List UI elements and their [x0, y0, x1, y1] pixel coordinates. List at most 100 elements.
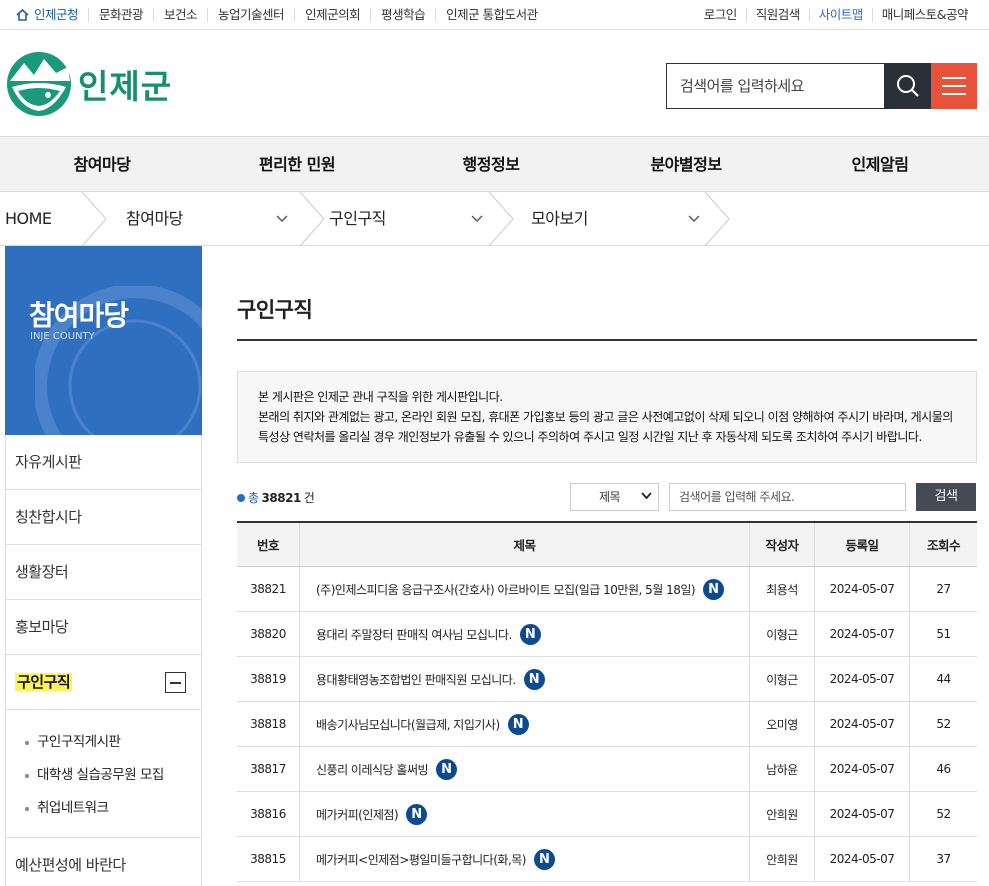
utility-links: 로그인 직원검색 사이트맵 매니페스토&공약 [695, 0, 977, 30]
post-title-link[interactable]: 신풍리 이레식당 홀써빙 [316, 761, 429, 778]
gnb-participation[interactable]: 참여마당 [22, 137, 182, 193]
post-title-link[interactable]: (주)인제스피디움 응급구조사(간호사) 아르바이트 모집(일급 10만원, 5… [316, 581, 696, 598]
logo-text: 인제군 [78, 67, 173, 106]
submenu-label: 대학생 실습공무원 모집 [37, 767, 164, 783]
gnb-admin-info[interactable]: 행정정보 [411, 137, 571, 193]
breadcrumb: HOME 참여마당 구인구직 모아보기 [0, 192, 989, 246]
board-notice: 본 게시판은 인제군 관내 구직을 위한 게시판입니다. 본래의 취지와 관계없… [237, 371, 977, 463]
side-nav-item-free-board[interactable]: 자유게시판 [5, 435, 202, 490]
side-nav-item-praise[interactable]: 칭찬합시다 [5, 490, 202, 545]
post-date: 2024-05-07 [814, 792, 909, 836]
post-date: 2024-05-07 [814, 567, 909, 611]
site-search-input[interactable]: 검색어를 입력하세요 [666, 63, 885, 109]
link-council[interactable]: 인제군의회 [294, 8, 370, 22]
collapse-icon[interactable] [165, 672, 186, 693]
post-title-cell: 배송기사님모십니다(월급제, 지입기사) N [299, 702, 749, 746]
post-views: 37 [909, 837, 977, 881]
gnb-inje-news[interactable]: 인제알림 [800, 137, 960, 193]
login-link[interactable]: 로그인 [695, 8, 746, 22]
post-number: 38815 [250, 852, 286, 866]
link-lifelong-learning[interactable]: 평생학습 [370, 8, 435, 22]
new-badge-icon: N [406, 803, 428, 825]
side-nav-item-jobs[interactable]: 구인구직 [5, 655, 202, 710]
new-badge-icon: N [703, 578, 725, 600]
breadcrumb-job[interactable]: 구인구직 [329, 192, 386, 246]
total-suffix: 건 [303, 491, 315, 505]
post-number: 38817 [250, 762, 286, 776]
breadcrumb-view-all[interactable]: 모아보기 [531, 192, 588, 246]
side-nav-label-active: 구인구직 [15, 673, 73, 691]
gnb-field-info[interactable]: 분야별정보 [606, 137, 766, 193]
main-navigation: 참여마당 편리한 민원 행정정보 분야별정보 인제알림 [0, 136, 989, 192]
site-logo[interactable]: 인제군 [4, 51, 172, 117]
select-value: 제목 [599, 490, 621, 504]
submenu-job-network[interactable]: 취업네트워크 [6, 792, 201, 825]
post-title-link[interactable]: 용대리 주말장터 판매직 여사님 모십니다. [316, 626, 512, 643]
chevron-down-icon [641, 492, 652, 500]
header-title: 제목 [299, 523, 749, 566]
table-row: 38816 메가커피(인제점) N 안희원 2024-05-07 52 [237, 792, 977, 837]
staff-search-link[interactable]: 직원검색 [745, 8, 809, 22]
post-number: 38816 [250, 807, 286, 821]
post-title-link[interactable]: 배송기사님모십니다(월급제, 지입기사) [316, 716, 500, 733]
all-menu-button[interactable] [931, 63, 977, 109]
side-nav-subtitle: INJE COUNTY [30, 331, 95, 342]
board-search-input[interactable]: 검색어를 입력해 주세요. [669, 483, 906, 511]
table-row: 38815 메가커피<인제점>평일미들구합니다(화,목) N 안희원 2024-05-0… [237, 837, 977, 882]
link-health-center[interactable]: 보건소 [153, 8, 207, 22]
table-row: 38821 (주)인제스피디움 응급구조사(간호사) 아르바이트 모집(일급 10… [237, 567, 977, 612]
post-title-link[interactable]: 메가커피(인제점) [316, 806, 399, 823]
post-date: 2024-05-07 [814, 747, 909, 791]
link-culture-tour[interactable]: 문화관광 [88, 8, 153, 22]
post-author: 이형근 [749, 612, 814, 656]
breadcrumb-separator-icon [488, 192, 514, 246]
post-title-cell: (주)인제스피디움 응급구조사(간호사) 아르바이트 모집(일급 10만원, 5… [299, 567, 749, 611]
submenu-job-board[interactable]: 구인구직게시판 [6, 726, 201, 759]
table-row: 38817 신풍리 이레식당 홀써빙 N 남하윤 2024-05-07 46 [237, 747, 977, 792]
side-nav-item-promotion[interactable]: 홍보마당 [5, 600, 202, 655]
post-date: 2024-05-07 [814, 837, 909, 881]
post-title-link[interactable]: 메가커피<인제점>평일미들구합니다(화,목) [316, 851, 526, 868]
side-nav-header: 참여마당 INJE COUNTY [5, 246, 202, 435]
post-date: 2024-05-07 [814, 612, 909, 656]
header-views: 조회수 [909, 523, 977, 566]
site-search-button[interactable] [884, 63, 931, 109]
post-views: 52 [909, 702, 977, 746]
link-label: 인제군청 [34, 7, 79, 22]
table-row: 38819 용대황태영농조합법인 판매직원 모십니다. N 이형근 2024-05-07… [237, 657, 977, 702]
side-nav-label: 칭찬합시다 [15, 508, 82, 526]
search-field-select[interactable]: 제목 [570, 483, 659, 511]
breadcrumb-home[interactable]: HOME [5, 192, 52, 246]
post-number: 38818 [250, 717, 286, 731]
header-number: 번호 [256, 538, 280, 553]
breadcrumb-participation[interactable]: 참여마당 [126, 192, 183, 246]
post-title-cell: 신풍리 이레식당 홀써빙 N [299, 747, 749, 791]
family-sites: 인제군청 문화관광 보건소 농업기술센터 인제군의회 평생학습 인제군 통합도서… [0, 0, 548, 30]
link-library[interactable]: 인제군 통합도서관 [435, 8, 547, 22]
chevron-down-icon [471, 215, 483, 222]
post-author: 남하윤 [749, 747, 814, 791]
gnb-civil-service[interactable]: 편리한 민원 [217, 137, 377, 193]
sitemap-link[interactable]: 사이트맵 [808, 8, 872, 22]
manifesto-link[interactable]: 매니페스토&공약 [871, 8, 977, 22]
side-nav-item-market[interactable]: 생활장터 [5, 545, 202, 600]
hamburger-icon [942, 77, 966, 95]
page-title: 구인구직 [237, 298, 313, 322]
link-agri-center[interactable]: 농업기술센터 [207, 8, 294, 22]
submenu-label: 취업네트워크 [37, 800, 109, 816]
link-injegun-office[interactable]: 인제군청 [0, 8, 88, 22]
board-search-button[interactable]: 검색 [916, 483, 976, 511]
post-views: 52 [909, 792, 977, 836]
chevron-down-icon [276, 215, 288, 222]
post-title-link[interactable]: 용대황태영농조합법인 판매직원 모십니다. [316, 671, 516, 688]
submenu-student-intern[interactable]: 대학생 실습공무원 모집 [6, 759, 201, 792]
side-nav-item-budget[interactable]: 예산편성에 바란다 [5, 838, 202, 886]
new-badge-icon: N [436, 758, 458, 780]
table-row: 38820 용대리 주말장터 판매직 여사님 모십니다. N 이형근 2024-05-0… [237, 612, 977, 657]
side-nav-title: 참여마당 [29, 299, 129, 332]
header-date: 등록일 [814, 523, 909, 566]
side-nav-label: 홍보마당 [15, 618, 69, 636]
breadcrumb-separator-icon [299, 192, 325, 246]
table-header: 번호 제목 작성자 등록일 조회수 [237, 523, 977, 567]
site-header: 인제군 검색어를 입력하세요 [0, 30, 989, 136]
